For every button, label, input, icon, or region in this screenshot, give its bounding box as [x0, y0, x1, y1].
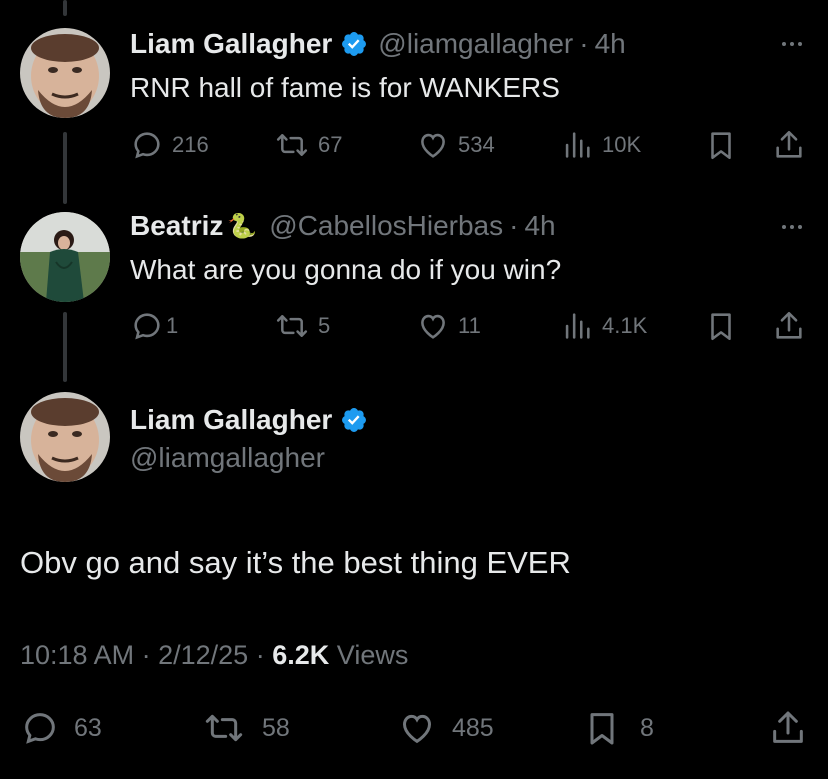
- bookmark-button[interactable]: 8: [582, 708, 654, 748]
- like-button[interactable]: 534: [416, 125, 495, 165]
- reply-count: 1: [166, 313, 179, 338]
- tweet-meta: 10:18 AM · 2/12/25 · 6.2K Views: [20, 640, 408, 671]
- like-button[interactable]: 11: [416, 306, 481, 346]
- author-handle[interactable]: @liamgallagher: [378, 28, 573, 60]
- bookmark-icon: [711, 132, 731, 160]
- verified-icon: [342, 408, 367, 432]
- share-button[interactable]: [768, 708, 808, 748]
- timestamp[interactable]: 4h: [595, 28, 626, 60]
- thread-line-top: [63, 0, 67, 16]
- tweet-time[interactable]: 10:18 AM: [20, 640, 134, 670]
- author-handle[interactable]: @liamgallagher: [130, 442, 325, 474]
- thread-line-1: [63, 132, 67, 204]
- views-count: 10K: [602, 132, 642, 157]
- like-count: 485: [452, 713, 494, 742]
- separator: ·: [509, 210, 519, 241]
- retweet-button[interactable]: 67: [274, 125, 342, 165]
- reply-icon: [134, 313, 160, 340]
- retweet-button[interactable]: 5: [274, 306, 330, 346]
- bookmark-icon: [711, 313, 731, 341]
- snake-emoji: 🐍: [227, 212, 258, 240]
- views-count: 4.1K: [602, 313, 648, 338]
- action-bar: 63 58 485 8: [20, 708, 820, 748]
- reply-icon: [25, 713, 55, 744]
- action-bar: 1 5 11 4.1K: [130, 306, 810, 346]
- like-count: 11: [458, 313, 481, 338]
- reply-button[interactable]: 1: [130, 306, 178, 346]
- avatar[interactable]: [20, 212, 110, 302]
- views-count: 6.2K: [272, 640, 330, 670]
- avatar[interactable]: [20, 392, 110, 482]
- author-name[interactable]: Liam Gallagher: [130, 404, 332, 436]
- retweet-icon: [276, 134, 308, 156]
- bookmark-count: 8: [640, 713, 654, 742]
- like-count: 534: [458, 132, 495, 157]
- tweet-date[interactable]: 2/12/25: [158, 640, 248, 670]
- retweet-count: 5: [318, 313, 331, 338]
- retweet-button[interactable]: 58: [202, 708, 290, 748]
- reply-count: 216: [172, 132, 209, 157]
- timestamp[interactable]: 4h: [524, 210, 555, 242]
- views-label: Views: [336, 640, 409, 670]
- like-icon: [402, 714, 432, 744]
- separator: ·: [141, 640, 151, 670]
- retweet-icon: [276, 315, 308, 337]
- verified-icon: [342, 32, 367, 56]
- retweet-count: 58: [262, 713, 290, 742]
- author-name[interactable]: Liam Gallagher: [130, 28, 332, 60]
- views-icon: [565, 313, 590, 339]
- views-icon: [565, 132, 590, 158]
- retweet-count: 67: [318, 132, 343, 157]
- action-bar: 216 67 534 10K: [130, 125, 810, 165]
- separator: ·: [255, 640, 265, 670]
- reply-count: 63: [74, 713, 102, 742]
- reply-button[interactable]: 63: [20, 708, 102, 748]
- tweet-text: RNR hall of fame is for WANKERS: [130, 72, 560, 103]
- reply-button[interactable]: 216: [130, 125, 209, 165]
- retweet-icon: [205, 714, 243, 742]
- more-icon[interactable]: [782, 42, 802, 46]
- bookmark-button[interactable]: [704, 125, 738, 165]
- thread-line-2: [63, 312, 67, 382]
- share-button[interactable]: [772, 306, 806, 346]
- reply-icon: [134, 132, 160, 159]
- share-icon: [773, 711, 803, 743]
- like-icon: [421, 314, 445, 339]
- author-handle[interactable]: @CabellosHierbas: [269, 210, 503, 242]
- bookmark-icon: [590, 713, 614, 745]
- author-name[interactable]: Beatriz: [130, 210, 223, 242]
- share-button[interactable]: [772, 125, 806, 165]
- share-icon: [776, 130, 802, 158]
- more-icon[interactable]: [782, 225, 802, 229]
- separator: ·: [579, 28, 589, 59]
- avatar[interactable]: [20, 28, 110, 118]
- bookmark-button[interactable]: [704, 306, 738, 346]
- share-icon: [776, 311, 802, 339]
- tweet-text: What are you gonna do if you win?: [130, 254, 562, 285]
- views-button[interactable]: 4.1K: [560, 306, 647, 346]
- like-icon: [421, 133, 445, 158]
- like-button[interactable]: 485: [396, 708, 494, 748]
- views-button[interactable]: 10K: [560, 125, 641, 165]
- tweet-text: Obv go and say it’s the best thing EVER: [20, 545, 571, 580]
